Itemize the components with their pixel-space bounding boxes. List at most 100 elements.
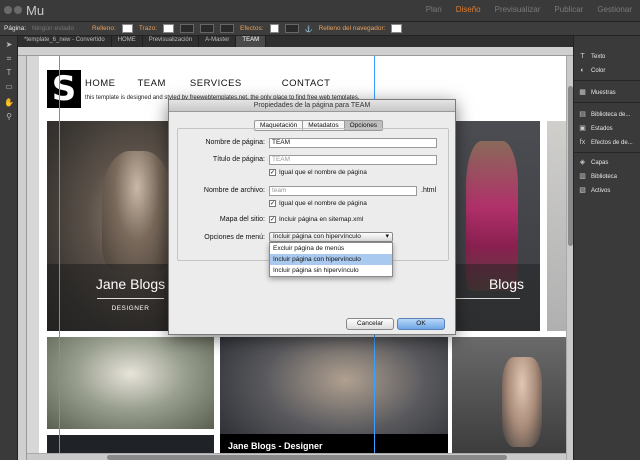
horizontal-scroll-thumb[interactable] — [107, 455, 507, 460]
card-divider-2 — [454, 298, 520, 299]
zoom-tool-icon[interactable]: ⚲ — [4, 112, 14, 122]
nav-home[interactable]: HOME — [85, 78, 116, 89]
right-panels: T Texto ◐ Color ▦ Muestras ▤ Biblioteca de..… — [573, 36, 640, 460]
browser-fill-swatch[interactable] — [391, 24, 403, 33]
panel-widget-library[interactable]: ▤ Biblioteca de... — [578, 110, 630, 119]
stroke-label: Trazo: — [138, 25, 158, 32]
page-name-label: Nombre de página: — [205, 139, 265, 146]
same-as-page-name-label-2: Igual que el nombre de página — [279, 200, 367, 207]
page-name-field[interactable]: TEAM — [269, 138, 437, 148]
menu-options-list: Excluir página de menús Incluir página c… — [269, 242, 393, 277]
stroke-color-swatch[interactable] — [163, 24, 175, 33]
checkbox-checked-icon[interactable]: ✓ — [269, 216, 276, 223]
mode-manage[interactable]: Gestionar — [597, 5, 632, 14]
menu-option-exclude[interactable]: Excluir página de menús — [270, 243, 392, 254]
panel-effects-label: Efectos de de... — [591, 139, 633, 146]
panel-library[interactable]: ▥ Biblioteca — [578, 172, 617, 181]
site-logo[interactable]: S — [47, 70, 81, 108]
panel-widget-library-label: Biblioteca de... — [591, 111, 631, 118]
nav-contact[interactable]: CONTACT — [282, 78, 331, 89]
tab-team[interactable]: TEAM — [236, 36, 267, 47]
tab-template[interactable]: *template_6_new - Convertido — [18, 36, 112, 47]
tab-preview[interactable]: Previsualización — [143, 36, 200, 47]
crop-tool-icon[interactable]: ⌗ — [4, 54, 14, 64]
menu-options-label: Opciones de menú: — [204, 234, 265, 241]
ok-button[interactable]: OK — [397, 318, 445, 330]
same-as-page-name-label-1: Igual que el nombre de página — [279, 169, 367, 176]
panel-layers-label: Capas — [591, 159, 609, 166]
same-as-page-name-check-1[interactable]: ✓ Igual que el nombre de página — [269, 169, 367, 176]
fill-label: Relleno: — [91, 25, 116, 32]
panel-effects[interactable]: fx Efectos de de... — [578, 138, 633, 147]
stroke-width-field[interactable] — [180, 24, 195, 33]
menu-option-without-link[interactable]: Incluir página sin hipervínculo — [270, 265, 392, 276]
sitemap-check[interactable]: ✓ Incluir página en sitemap.xml — [269, 216, 363, 223]
sitemap-check-label: Incluir página en sitemap.xml — [279, 216, 364, 223]
text-tool-icon[interactable]: T — [4, 68, 14, 78]
fill-color-swatch[interactable] — [121, 24, 133, 33]
panel-states-label: Estados — [591, 125, 613, 132]
selection-tool-icon[interactable]: ➤ — [4, 40, 14, 50]
rectangle-tool-icon[interactable]: ▭ — [4, 82, 14, 92]
nav-services[interactable]: SERVICES — [190, 78, 242, 89]
vertical-ruler[interactable] — [18, 56, 27, 460]
panel-library-label: Biblioteca — [591, 173, 618, 180]
corner-radius-field[interactable] — [200, 24, 215, 33]
panel-separator — [574, 152, 640, 153]
color-icon: ◐ — [580, 67, 585, 74]
minimize-window-button[interactable] — [14, 6, 22, 14]
tab-a-master[interactable]: A-Master — [199, 36, 237, 47]
states-icon: ▣ — [579, 125, 586, 132]
panel-layers[interactable]: ◈ Capas — [578, 158, 609, 167]
page-properties-dialog: Propiedades de la página para TEAM Maque… — [168, 99, 456, 335]
effects-label: Efectos: — [240, 25, 264, 32]
mode-design[interactable]: Diseño — [456, 5, 481, 14]
panel-swatches[interactable]: ▦ Muestras — [578, 88, 616, 97]
mode-switcher: Plan Diseño Previsualizar Publicar Gesti… — [426, 5, 632, 14]
anchor-icon[interactable]: ⚓ — [305, 25, 313, 33]
effects-checkbox[interactable] — [269, 24, 279, 33]
checkbox-checked-icon[interactable]: ✓ — [269, 169, 276, 176]
close-window-button[interactable] — [4, 6, 12, 14]
tab-home[interactable]: HOME — [112, 36, 143, 47]
hand-tool-icon[interactable]: ✋ — [4, 98, 14, 108]
mode-publish[interactable]: Publicar — [554, 5, 583, 14]
card-title-3: Jane Blogs - Designer — [228, 441, 323, 451]
checkbox-checked-icon[interactable]: ✓ — [269, 200, 276, 207]
page-label: Página: — [4, 25, 27, 32]
document-tabs: *template_6_new - Convertido HOME Previs… — [18, 36, 573, 47]
nav-team[interactable]: TEAM — [138, 78, 166, 89]
site-nav: HOME TEAM SERVICES CONTACT — [85, 78, 330, 89]
control-bar: Página: Ningún estado Relleno: Trazo: Ef… — [0, 22, 640, 36]
menu-options-dropdown[interactable]: Incluir página con hipervínculo — [269, 232, 393, 242]
team-photo-6[interactable] — [452, 337, 573, 460]
team-photo-4[interactable] — [47, 337, 214, 429]
page-title-field[interactable]: TEAM — [269, 155, 437, 165]
mode-plan[interactable]: Plan — [426, 5, 442, 14]
panel-separator — [574, 102, 640, 103]
page-title-label: Título de página: — [212, 156, 265, 163]
panel-color[interactable]: ◐ Color — [578, 66, 605, 75]
layers-icon: ◈ — [579, 159, 586, 166]
effects-field[interactable] — [284, 24, 299, 33]
browser-fill-label: Relleno del navegador: — [318, 25, 386, 32]
app-logo: Mu — [26, 3, 45, 18]
horizontal-scrollbar[interactable] — [27, 453, 566, 460]
card-title-2: Blogs — [488, 276, 524, 292]
cancel-button[interactable]: Cancelar — [346, 318, 394, 330]
same-as-page-name-check-2[interactable]: ✓ Igual que el nombre de página — [269, 200, 367, 207]
opacity-field[interactable] — [220, 24, 235, 33]
card-caption-2: Blogs — [452, 264, 540, 331]
panel-text[interactable]: T Texto — [578, 52, 605, 61]
file-name-field[interactable]: team — [269, 186, 417, 196]
layout-guide-left[interactable] — [59, 56, 60, 460]
panel-states[interactable]: ▣ Estados — [578, 124, 613, 133]
panel-assets[interactable]: ▧ Activos — [578, 186, 610, 195]
page-state-selector[interactable]: Ningún estado — [32, 25, 74, 32]
menu-option-with-link[interactable]: Incluir página con hipervínculo — [270, 254, 392, 265]
panel-color-label: Color — [591, 67, 606, 74]
horizontal-ruler[interactable] — [18, 47, 573, 56]
text-icon: T — [580, 53, 585, 60]
mode-preview[interactable]: Previsualizar — [495, 5, 541, 14]
vertical-scrollbar[interactable] — [566, 56, 573, 460]
